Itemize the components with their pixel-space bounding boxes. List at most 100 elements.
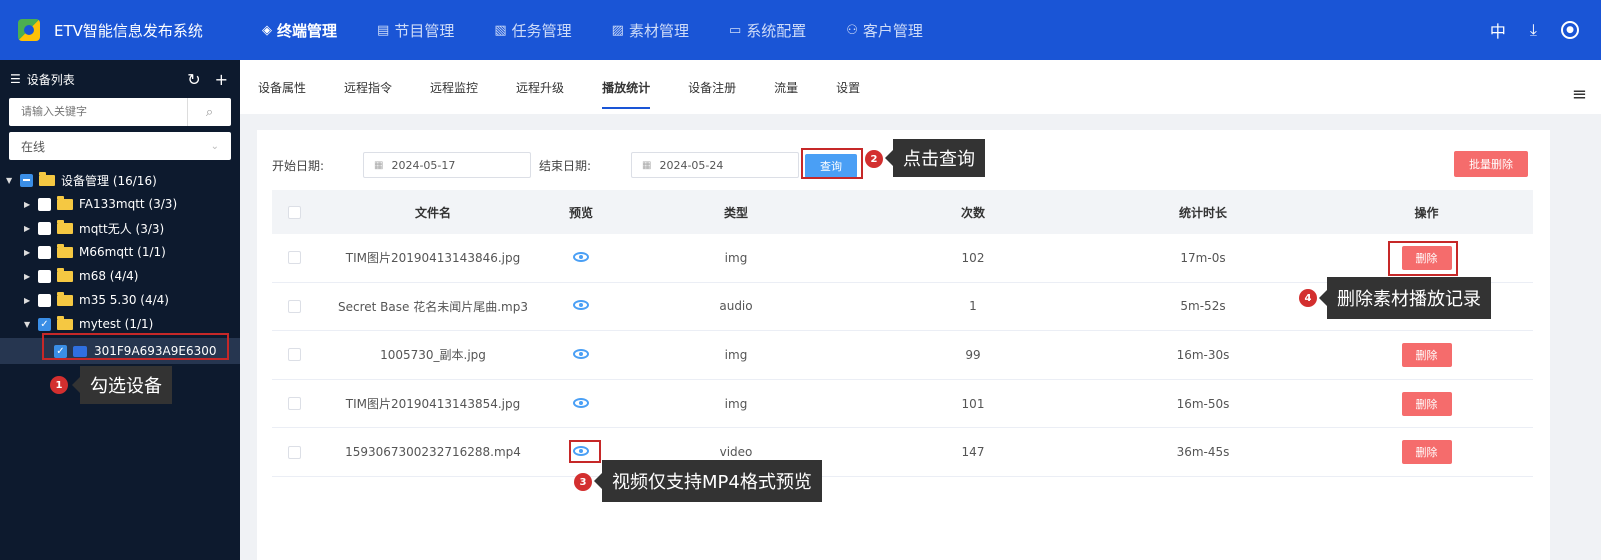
delete-button[interactable]: 删除 (1401, 342, 1452, 367)
tab-remote-upgrade[interactable]: 远程升级 (516, 60, 564, 114)
menu-icon[interactable]: ≡ (1572, 84, 1587, 105)
user-icon[interactable]: ● (1561, 21, 1579, 39)
statistics-table: 文件名 预览 类型 次数 统计时长 操作 TIM图片20190413143846… (272, 190, 1533, 477)
device-highlight-box (42, 333, 229, 360)
caret-right-icon[interactable]: ▶ (24, 224, 34, 233)
task-icon: ▧ (494, 22, 507, 38)
tree-checkbox[interactable] (38, 269, 51, 283)
cell-count: 1 (969, 299, 977, 314)
material-icon: ▨ (611, 22, 624, 38)
row-checkbox[interactable] (287, 397, 301, 411)
end-date-value: 2024-05-24 (659, 158, 724, 172)
row-checkbox[interactable] (287, 445, 301, 459)
caret-down-icon[interactable]: ▼ (6, 176, 16, 185)
tab-play-statistics[interactable]: 播放统计 (602, 60, 651, 114)
tree-group[interactable]: ▶ M66mqtt (1/1) (0, 240, 240, 264)
list-icon[interactable]: ☰ (10, 72, 21, 86)
folder-icon (57, 243, 73, 258)
app-logo[interactable]: ETV智能信息发布系统 (0, 19, 262, 41)
header-duration: 统计时长 (1178, 205, 1227, 220)
header-type: 类型 (723, 205, 748, 220)
eye-icon[interactable] (573, 348, 589, 359)
tree-group[interactable]: ▶ FA133mqtt (3/3) (0, 192, 240, 216)
caret-down-icon[interactable]: ▼ (24, 320, 34, 329)
search-icon[interactable]: ⌕ (187, 98, 231, 126)
tree-checkbox[interactable] (38, 197, 51, 211)
eye-icon[interactable] (573, 300, 589, 311)
caret-right-icon[interactable]: ▶ (24, 200, 34, 209)
callout-text: 视频仅支持MP4格式预览 (612, 472, 812, 493)
etv-logo-icon (18, 19, 40, 41)
tree-label: mytest (1/1) (79, 317, 154, 331)
tab-device-properties[interactable]: 设备属性 (258, 60, 306, 114)
cell-duration: 16m-30s (1176, 347, 1230, 362)
tree-label: FA133mqtt (3/3) (79, 197, 178, 211)
refresh-icon[interactable]: ↻ (187, 70, 200, 89)
tree-root[interactable]: ▼ 设备管理 (16/16) (0, 168, 240, 192)
preview-highlight-box (569, 440, 601, 463)
tab-traffic[interactable]: 流量 (774, 60, 798, 114)
table-row: 1593067300232716288.mp4 video 147 36m-45… (272, 428, 1533, 477)
nav-task-management[interactable]: ▧ 任务管理 (494, 0, 571, 60)
step-badge-1: 1 (50, 376, 68, 394)
step-badge-4: 4 (1299, 289, 1317, 307)
cell-duration: 16m-50s (1176, 396, 1230, 411)
tree-checkbox[interactable]: ✓ (38, 317, 51, 331)
tree-group[interactable]: ▶ mqtt无人 (3/3) (0, 216, 240, 240)
cell-count: 147 (961, 445, 985, 460)
row-checkbox[interactable] (287, 299, 301, 313)
nav-material-management[interactable]: ▨ 素材管理 (612, 0, 689, 60)
nav-program-management[interactable]: ▤ 节目管理 (377, 0, 454, 60)
caret-right-icon[interactable]: ▶ (24, 248, 34, 257)
tree-checkbox[interactable] (38, 245, 51, 259)
row-checkbox[interactable] (287, 348, 301, 362)
nav-label: 客户管理 (862, 21, 923, 40)
tab-settings[interactable]: 设置 (836, 60, 860, 114)
batch-delete-button[interactable]: 批量删除 (1454, 151, 1528, 177)
sidebar-header: ☰ 设备列表 ↻ + (0, 60, 240, 98)
device-search: ⌕ (9, 98, 231, 126)
select-all-checkbox[interactable] (287, 205, 301, 219)
callout-text: 点击查询 (903, 149, 975, 170)
tree-checkbox[interactable] (38, 293, 51, 307)
delete-button[interactable]: 删除 (1401, 391, 1452, 416)
status-select[interactable]: 在线 ⌄ (9, 132, 231, 160)
cell-duration: 17m-0s (1180, 250, 1226, 265)
tree-checkbox[interactable] (38, 221, 51, 235)
step-badge-3: 3 (574, 473, 592, 491)
nav-terminal-management[interactable]: ◈ 终端管理 (262, 0, 337, 60)
tab-device-register[interactable]: 设备注册 (688, 60, 736, 114)
cell-type: audio (719, 299, 753, 314)
tree-group[interactable]: ▶ m68 (4/4) (0, 264, 240, 288)
start-date-input[interactable]: ▦ 2024-05-17 (363, 152, 531, 178)
start-date-label: 开始日期: (272, 159, 325, 173)
nav-system-config[interactable]: ▭ 系统配置 (729, 0, 806, 60)
program-icon: ▤ (377, 22, 390, 38)
tree-group[interactable]: ▶ m35 5.30 (4/4) (0, 288, 240, 312)
delete-button[interactable]: 删除 (1401, 440, 1452, 465)
tree-checkbox[interactable] (20, 173, 33, 187)
device-sidebar: ☰ 设备列表 ↻ + ⌕ 在线 ⌄ ▼ 设备管理 (16/16) ▶ FA133… (0, 60, 240, 560)
tab-remote-command[interactable]: 远程指令 (344, 60, 392, 114)
folder-icon (57, 195, 73, 210)
add-icon[interactable]: + (215, 70, 228, 89)
caret-right-icon[interactable]: ▶ (24, 296, 34, 305)
callout-video-preview: 视频仅支持MP4格式预览 (594, 460, 822, 502)
row-checkbox[interactable] (287, 251, 301, 265)
nav-customer-management[interactable]: ⚇ 客户管理 (846, 0, 923, 60)
cell-count: 101 (961, 396, 985, 411)
device-tabs: 设备属性 远程指令 远程监控 远程升级 播放统计 设备注册 流量 设置 ≡ (240, 60, 1601, 114)
nav-label: 任务管理 (511, 21, 572, 40)
language-switch[interactable]: 中 (1490, 18, 1506, 42)
eye-icon[interactable] (573, 251, 589, 262)
tab-remote-monitor[interactable]: 远程监控 (430, 60, 478, 114)
download-icon[interactable]: ⤓ (1530, 20, 1537, 40)
device-search-input[interactable] (9, 99, 187, 125)
customer-icon: ⚇ (846, 22, 858, 38)
caret-right-icon[interactable]: ▶ (24, 272, 34, 281)
table-row: 1005730_副本.jpg img 99 16m-30s 删除 (272, 331, 1533, 380)
end-date-input[interactable]: ▦ 2024-05-24 (631, 152, 799, 178)
calendar-icon: ▦ (642, 159, 652, 171)
eye-icon[interactable] (573, 397, 589, 408)
table-row: TIM图片20190413143846.jpg img 102 17m-0s 删… (272, 234, 1533, 283)
